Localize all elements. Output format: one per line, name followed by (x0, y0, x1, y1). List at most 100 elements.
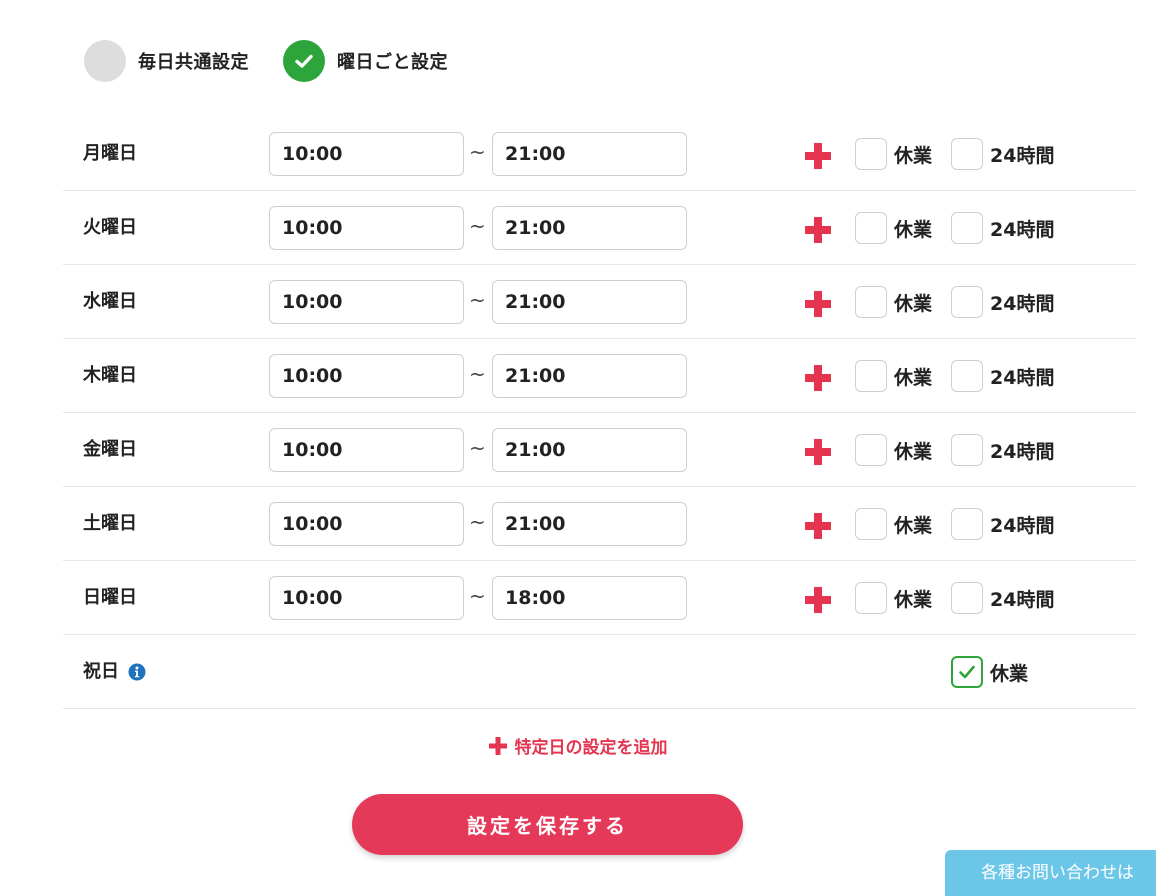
start-time-input[interactable] (269, 428, 464, 472)
start-time-input[interactable] (269, 132, 464, 176)
all-day-toggle[interactable]: 24時間 (951, 212, 1054, 244)
start-time-input[interactable] (269, 576, 464, 620)
closed-checkbox[interactable] (855, 212, 887, 244)
time-separator: ~ (469, 140, 486, 164)
all-day-toggle[interactable]: 24時間 (951, 360, 1054, 392)
closed-label: 休業 (894, 144, 933, 167)
end-time-input[interactable] (492, 354, 687, 398)
closed-label: 休業 (894, 218, 933, 241)
plus-icon[interactable] (804, 142, 832, 170)
all-day-label: 24時間 (990, 366, 1055, 389)
end-time-input[interactable] (492, 576, 687, 620)
public-holiday-closed-checkbox[interactable] (951, 656, 983, 688)
day-label: 月曜日 (83, 143, 137, 164)
info-circle-icon[interactable] (128, 663, 146, 681)
day-row: 水曜日 ~ 休業 24時間 (63, 265, 1136, 339)
day-label: 日曜日 (83, 587, 137, 608)
mode-option-common[interactable]: 毎日共通設定 (84, 40, 249, 82)
all-day-checkbox[interactable] (951, 286, 983, 318)
all-day-checkbox[interactable] (951, 138, 983, 170)
end-time-input[interactable] (492, 502, 687, 546)
mode-option-per-day[interactable]: 曜日ごと設定 (283, 40, 448, 82)
all-day-label: 24時間 (990, 144, 1055, 167)
public-holiday-closed-label: 休業 (990, 662, 1029, 685)
plus-icon[interactable] (804, 512, 832, 540)
end-time-input[interactable] (492, 280, 687, 324)
plus-icon[interactable] (804, 438, 832, 466)
add-special-date-link[interactable]: 特定日の設定を追加 (0, 733, 1156, 759)
closed-label: 休業 (894, 366, 933, 389)
plus-icon[interactable] (804, 290, 832, 318)
day-row: 金曜日 ~ 休業 24時間 (63, 413, 1136, 487)
all-day-checkbox[interactable] (951, 508, 983, 540)
plus-icon[interactable] (804, 364, 832, 392)
time-separator: ~ (469, 288, 486, 312)
closed-toggle[interactable]: 休業 (855, 582, 932, 614)
day-row: 火曜日 ~ 休業 24時間 (63, 191, 1136, 265)
all-day-toggle[interactable]: 24時間 (951, 434, 1054, 466)
schedule-mode-switch: 毎日共通設定 曜日ごと設定 (84, 40, 448, 82)
closed-toggle[interactable]: 休業 (855, 212, 932, 244)
plus-icon (488, 736, 507, 755)
closed-label: 休業 (894, 440, 933, 463)
day-label: 水曜日 (83, 291, 137, 312)
closed-toggle[interactable]: 休業 (855, 360, 932, 392)
time-separator: ~ (469, 214, 486, 238)
day-label: 金曜日 (83, 439, 137, 460)
start-time-input[interactable] (269, 280, 464, 324)
day-row: 日曜日 ~ 休業 24時間 (63, 561, 1136, 635)
all-day-toggle[interactable]: 24時間 (951, 508, 1054, 540)
all-day-label: 24時間 (990, 514, 1055, 537)
public-holiday-closed-toggle[interactable]: 休業 (951, 656, 1028, 688)
all-day-checkbox[interactable] (951, 434, 983, 466)
all-day-label: 24時間 (990, 440, 1055, 463)
all-day-checkbox[interactable] (951, 360, 983, 392)
closed-checkbox[interactable] (855, 434, 887, 466)
mode-radio-common[interactable] (84, 40, 126, 82)
add-special-date-inner: 特定日の設定を追加 (488, 733, 668, 758)
time-separator: ~ (469, 436, 486, 460)
start-time-input[interactable] (269, 502, 464, 546)
closed-checkbox[interactable] (855, 582, 887, 614)
add-special-date-label: 特定日の設定を追加 (514, 738, 668, 758)
plus-icon[interactable] (804, 216, 832, 244)
all-day-toggle[interactable]: 24時間 (951, 286, 1054, 318)
day-row: 土曜日 ~ 休業 24時間 (63, 487, 1136, 561)
all-day-toggle[interactable]: 24時間 (951, 582, 1054, 614)
closed-toggle[interactable]: 休業 (855, 434, 932, 466)
time-separator: ~ (469, 584, 486, 608)
all-day-toggle[interactable]: 24時間 (951, 138, 1054, 170)
end-time-input[interactable] (492, 428, 687, 472)
mode-label-common: 毎日共通設定 (138, 52, 249, 73)
closed-checkbox[interactable] (855, 508, 887, 540)
time-separator: ~ (469, 510, 486, 534)
end-time-input[interactable] (492, 206, 687, 250)
closed-label: 休業 (894, 514, 933, 537)
closed-toggle[interactable]: 休業 (855, 508, 932, 540)
time-separator: ~ (469, 362, 486, 386)
all-day-label: 24時間 (990, 588, 1055, 611)
closed-checkbox[interactable] (855, 360, 887, 392)
closed-label: 休業 (894, 292, 933, 315)
plus-icon[interactable] (804, 586, 832, 614)
day-label: 火曜日 (83, 217, 137, 238)
day-row: 月曜日 ~ 休業 24時間 (63, 117, 1136, 191)
all-day-label: 24時間 (990, 218, 1055, 241)
weekly-schedule: 月曜日~休業24時間火曜日~休業24時間水曜日~休業24時間木曜日~休業24時間… (63, 117, 1136, 709)
closed-checkbox[interactable] (855, 286, 887, 318)
all-day-checkbox[interactable] (951, 212, 983, 244)
mode-label-per-day: 曜日ごと設定 (337, 52, 448, 73)
public-holiday-row: 祝日 休業 (63, 635, 1136, 709)
save-settings-button[interactable]: 設定を保存する (352, 794, 743, 855)
public-holiday-label: 祝日 (83, 661, 119, 682)
closed-toggle[interactable]: 休業 (855, 138, 932, 170)
end-time-input[interactable] (492, 132, 687, 176)
start-time-input[interactable] (269, 206, 464, 250)
contact-tab[interactable]: 各種お問い合わせは (945, 850, 1156, 896)
all-day-checkbox[interactable] (951, 582, 983, 614)
closed-checkbox[interactable] (855, 138, 887, 170)
start-time-input[interactable] (269, 354, 464, 398)
closed-toggle[interactable]: 休業 (855, 286, 932, 318)
check-circle-icon[interactable] (283, 40, 325, 82)
day-label: 木曜日 (83, 365, 137, 386)
